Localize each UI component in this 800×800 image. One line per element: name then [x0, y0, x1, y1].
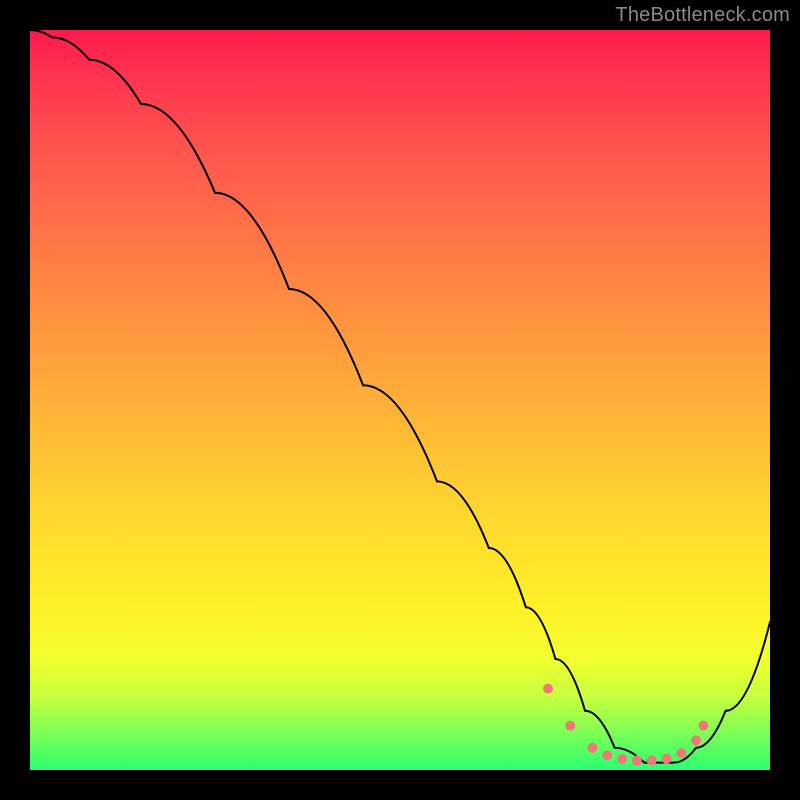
- marker-dot: [661, 754, 671, 764]
- marker-dot: [698, 721, 708, 731]
- marker-dot: [617, 754, 627, 764]
- marker-dot: [676, 748, 686, 758]
- marker-dot: [632, 755, 642, 765]
- watermark-text: TheBottleneck.com: [615, 4, 790, 27]
- optimal-range-dots: [543, 684, 708, 766]
- marker-dot: [602, 750, 612, 760]
- bottleneck-curve: [30, 30, 770, 763]
- chart-frame: TheBottleneck.com: [0, 0, 800, 800]
- plot-area: [30, 30, 770, 770]
- marker-dot: [587, 743, 597, 753]
- marker-dot: [543, 684, 553, 694]
- marker-dot: [565, 721, 575, 731]
- marker-dot: [691, 735, 701, 745]
- marker-dot: [647, 755, 657, 765]
- curve-layer: [30, 30, 770, 770]
